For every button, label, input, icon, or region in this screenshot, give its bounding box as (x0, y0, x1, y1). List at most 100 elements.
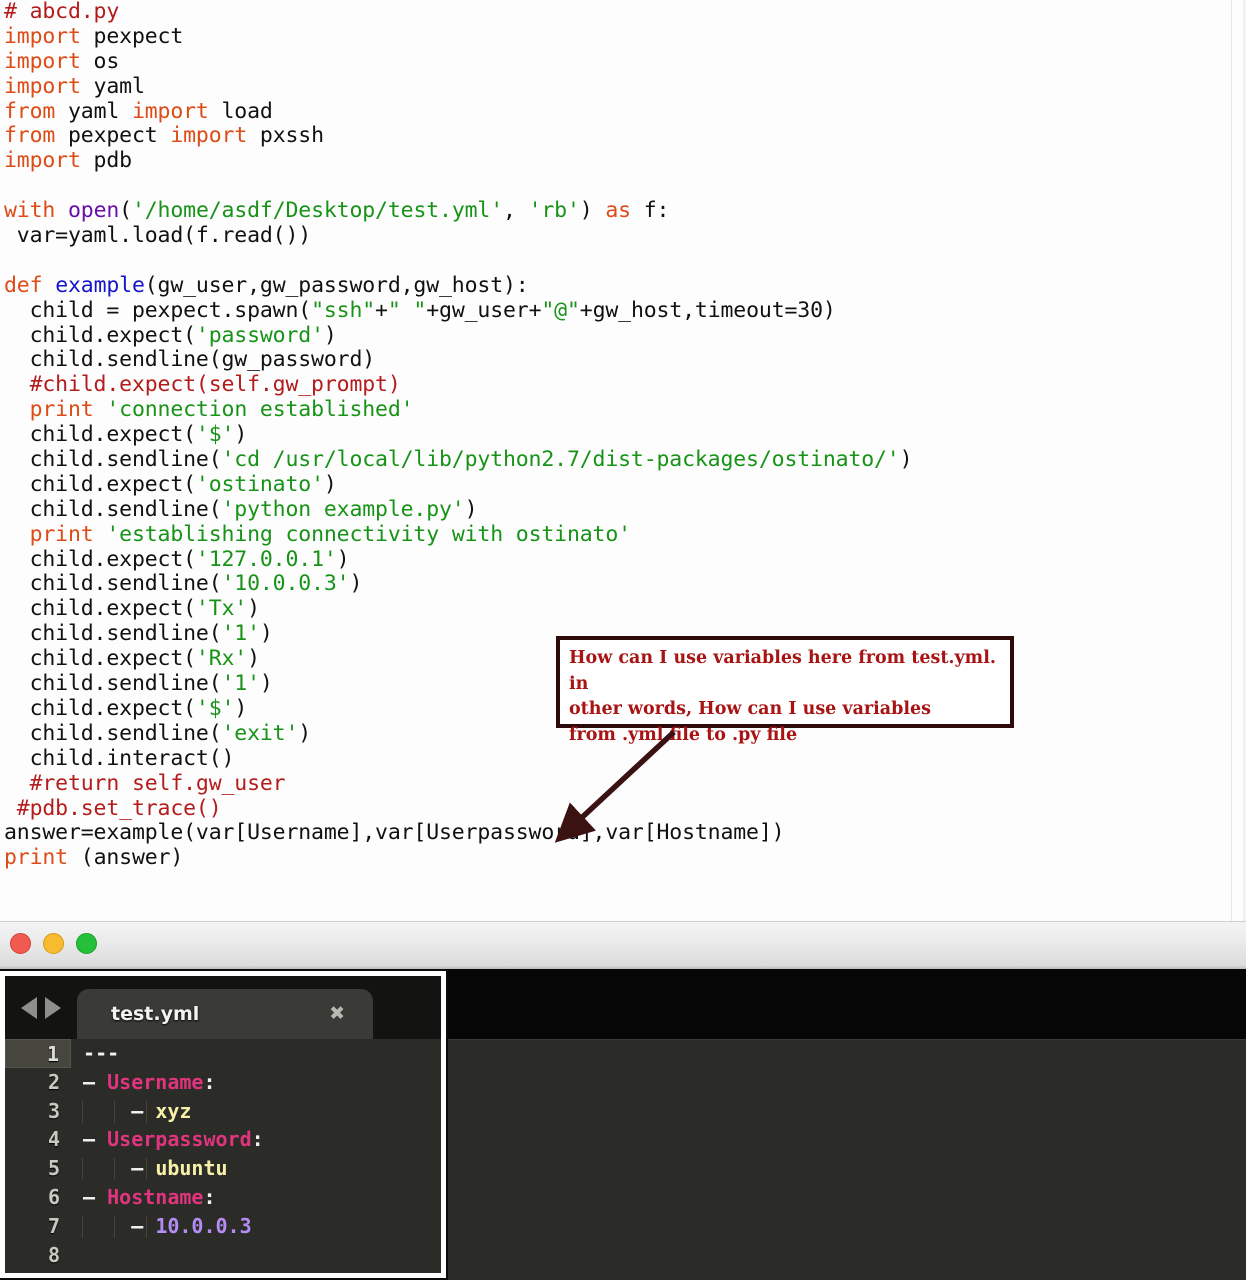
code-line: import yaml (4, 73, 1234, 100)
code-token: import (4, 148, 81, 174)
code-token: pdb (80, 148, 133, 174)
code-line: child.interact() (4, 745, 1234, 772)
code-token: child.expect( (4, 646, 196, 672)
close-icon[interactable]: ✖ (329, 1004, 345, 1024)
code-token: yaml (80, 73, 145, 99)
code-token: var=yaml.load(f.read()) (4, 223, 312, 249)
yaml-dash-marker: – (131, 1213, 156, 1238)
code-token: child.expect( (4, 471, 196, 497)
yaml-line: – xyz (71, 1097, 441, 1126)
yaml-line (71, 1241, 441, 1270)
code-token: child.expect( (4, 596, 196, 622)
code-token: child.expect( (4, 546, 196, 572)
indent-guide (114, 1100, 115, 1123)
window-titlebar[interactable] (0, 921, 1246, 969)
code-token: '10.0.0.3' (221, 571, 350, 597)
code-token: 'Tx' (195, 596, 248, 622)
code-token: child.expect( (4, 322, 196, 348)
code-token: os (80, 48, 120, 74)
code-token: print (4, 845, 68, 871)
yaml-indent (71, 1127, 83, 1151)
code-token: 'rb' (528, 198, 580, 224)
code-line: print (answer) (4, 845, 1234, 871)
code-token: with (4, 198, 56, 224)
window-minimize-button[interactable] (43, 933, 64, 954)
code-token: import (4, 23, 81, 49)
code-token: "ssh" (311, 297, 376, 323)
code-token: '/home/asdf/Desktop/test.yml' (131, 198, 503, 224)
yaml-line: – 10.0.0.3 (71, 1212, 441, 1241)
code-token: +gw_host,timeout=30) (579, 297, 836, 323)
code-token: child.sendline( (4, 571, 222, 597)
yaml-token: --- (83, 1041, 120, 1065)
code-token: def (4, 272, 43, 298)
yaml-editor-tabbar: test.yml ✖ (5, 976, 441, 1039)
code-token: import (4, 48, 81, 74)
tab-label: test.yml (111, 1003, 200, 1025)
code-token: from (4, 98, 56, 124)
code-token: ) (464, 496, 478, 522)
code-token: #pdb.set_trace() (4, 795, 222, 821)
code-token: child.sendline(gw_password) (4, 347, 376, 373)
code-token: pexpect (80, 23, 184, 49)
code-token: 'connection established' (106, 397, 414, 423)
code-token: 'cd /usr/local/lib/python2.7/dist-packag… (221, 447, 900, 473)
yaml-editor-panel[interactable]: test.yml ✖ 12 3 4 5 6 7 8 --- – Username: – xy… (0, 971, 446, 1278)
code-token: 'establishing connectivity with ostinato… (106, 521, 631, 547)
code-line: answer=example(var[Username],var[Userpas… (4, 820, 1234, 846)
code-token: , (503, 198, 529, 224)
code-line: import pdb (4, 148, 1234, 174)
python-code-pane[interactable]: # abcd.py import pexpect import os import y… (0, 0, 1246, 921)
code-token: (gw_user,gw_password,gw_host): (144, 272, 529, 298)
tab-test-yml[interactable]: test.yml ✖ (77, 989, 373, 1039)
code-token: load (208, 98, 273, 124)
yaml-editor-body[interactable]: 12 3 4 5 6 7 8 --- – Username: – xyz – Userpas… (5, 1039, 441, 1273)
code-token: child.sendline( (4, 621, 222, 647)
code-token: '$' (195, 695, 235, 721)
yaml-indent (71, 1099, 131, 1123)
nav-back-icon[interactable] (21, 996, 37, 1019)
code-token: +gw_user+ (426, 297, 542, 323)
code-token: ) (234, 422, 248, 448)
code-token: '1' (221, 671, 261, 697)
code-token: example (55, 272, 145, 298)
yaml-token: : (203, 1184, 216, 1209)
code-line: print 'establishing connectivity with os… (4, 521, 1234, 548)
yaml-code-area[interactable]: --- – Username: – xyz – Userpassword: – … (71, 1039, 441, 1273)
code-token: '$' (195, 422, 235, 448)
code-token: from (4, 123, 56, 149)
code-token: import (170, 123, 248, 149)
code-token: import (131, 98, 209, 124)
yaml-token: : (251, 1127, 264, 1152)
editor-right-tabbar[interactable] (448, 969, 1246, 1039)
code-token: 'python example.py' (221, 496, 465, 522)
window-maximize-button[interactable] (76, 933, 97, 954)
code-token: ) (259, 671, 273, 697)
code-token: child.expect( (4, 422, 196, 448)
yaml-token: Userpassword (107, 1127, 252, 1152)
nav-forward-icon[interactable] (45, 996, 61, 1019)
line-number: 7 (47, 1213, 60, 1238)
yaml-line: – Username: (71, 1068, 441, 1097)
yaml-indent (71, 1185, 83, 1209)
code-token: ) (323, 471, 337, 497)
line-number: 4 (47, 1127, 60, 1152)
code-token: child.sendline( (4, 720, 222, 746)
code-line: var=yaml.load(f.read()) (4, 223, 1234, 249)
code-token: child = pexpect.spawn( (4, 297, 312, 323)
window-close-button[interactable] (10, 933, 31, 954)
yaml-indent (71, 1156, 131, 1180)
editor-right-empty-body[interactable] (448, 1039, 1246, 1280)
line-number: 3 (47, 1098, 60, 1123)
code-token: 'ostinato' (195, 471, 324, 497)
code-token: child.interact() (4, 745, 235, 771)
code-line: child.sendline('python example.py') (4, 496, 1234, 523)
code-scrollbar-track[interactable] (1231, 0, 1232, 921)
code-token: print (29, 397, 94, 423)
code-line: from pexpect import pxssh (4, 124, 1234, 149)
annotation-callout-text: How can I use variables here from test.y… (569, 648, 996, 745)
code-token: ) (234, 695, 248, 721)
annotation-callout-box: How can I use variables here from test.y… (556, 636, 1014, 745)
